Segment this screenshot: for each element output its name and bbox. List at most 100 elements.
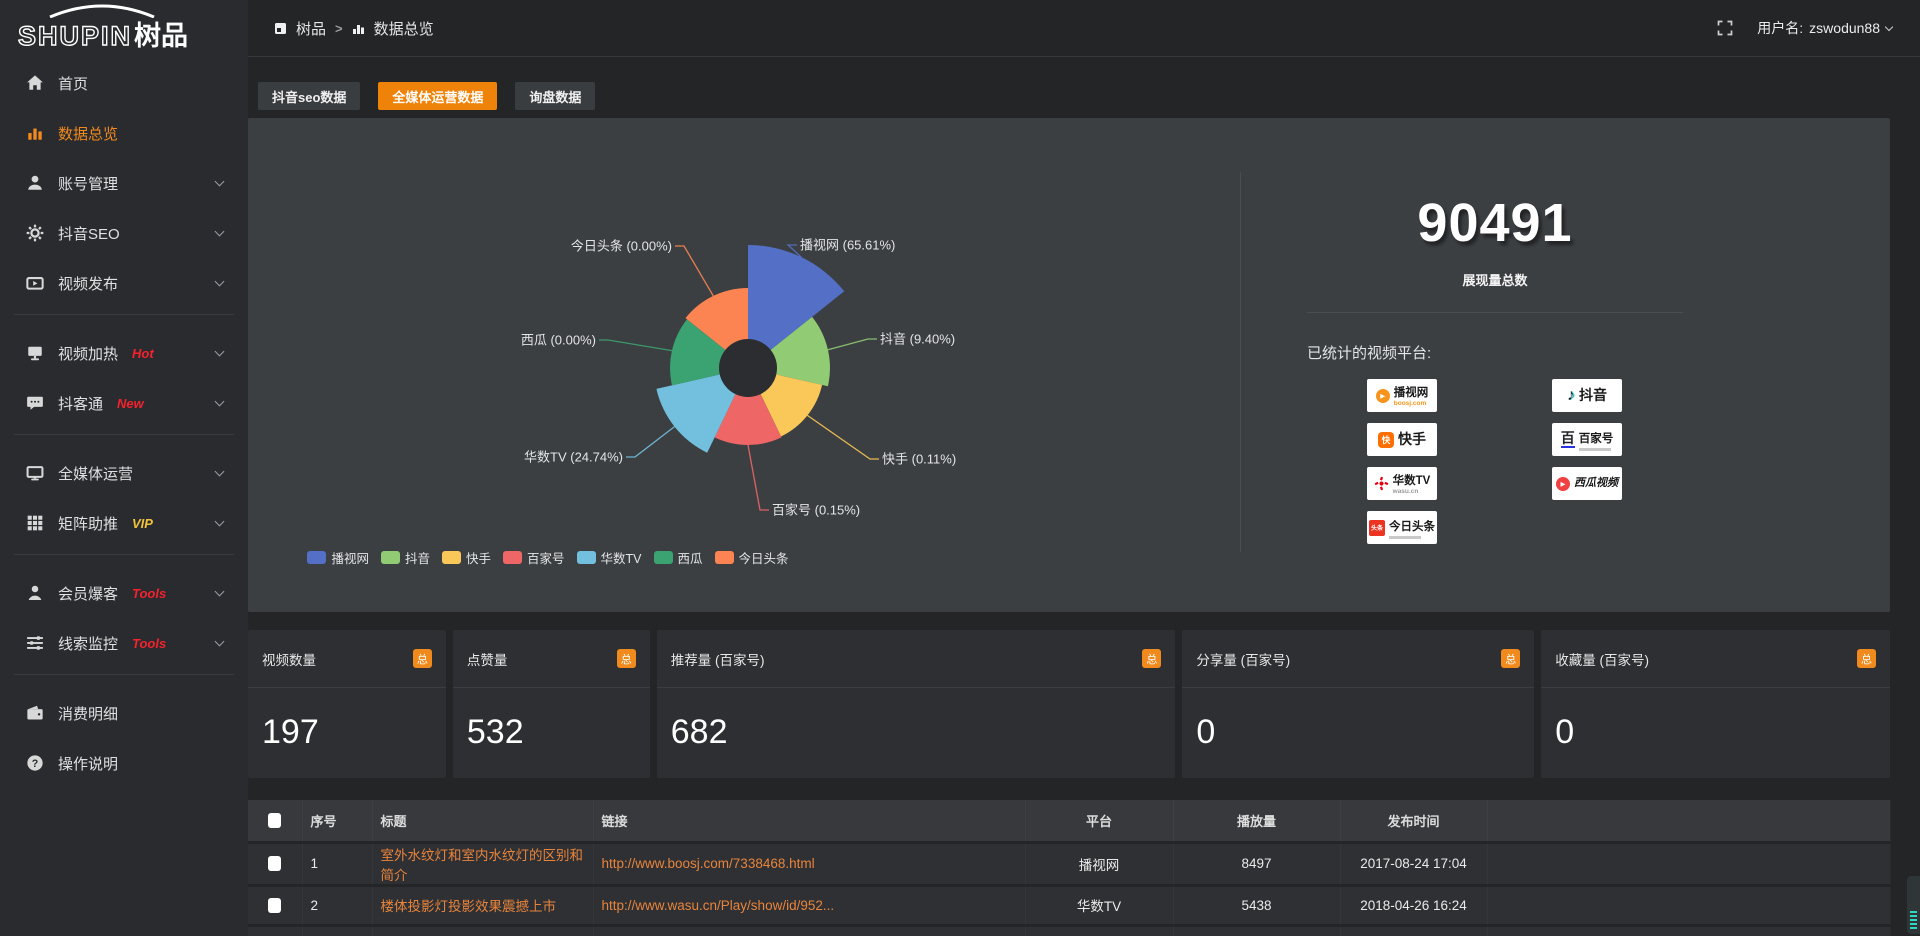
platform-badge-wasu: 华数TVwasu.cn <box>1367 467 1437 500</box>
sidebar-divider <box>14 554 234 555</box>
stat-card-value: 682 <box>657 688 1176 777</box>
legend-item-0[interactable]: 播视网 <box>307 548 369 567</box>
row-checkbox[interactable] <box>268 898 281 913</box>
column-header-2: 链接 <box>593 800 1025 842</box>
new-tag: New <box>117 396 144 411</box>
stat-card-4: 收藏量 (百家号)总0 <box>1541 630 1890 778</box>
sidebar-item-label: 线索监控 <box>58 633 118 654</box>
stat-card-value: 532 <box>453 688 650 777</box>
sidebar-item-label: 账号管理 <box>58 173 118 194</box>
platform-name: 华数TV <box>1393 475 1431 487</box>
sidebar-item-label: 矩阵助推 <box>58 513 118 534</box>
legend-label: 抖音 <box>405 548 430 567</box>
pie-label-4: 华数TV (24.74%) <box>524 450 623 465</box>
total-badge: 总 <box>617 649 636 668</box>
widget-stripe <box>1910 919 1917 921</box>
platform-name: 抖音 <box>1579 388 1607 403</box>
cell-title-link[interactable]: 室外水纹灯和室内水纹灯的区别和简介 <box>372 842 593 885</box>
cell-title-link[interactable]: 楼体投影灯投影效果震撼上市 <box>372 885 593 925</box>
cell-time: 2018-04-26 16:24 <box>1340 885 1487 925</box>
row-checkbox[interactable] <box>268 856 281 871</box>
legend-chip <box>307 551 326 564</box>
cell-plays: 8497 <box>1173 842 1340 885</box>
sidebar-item-label: 消费明细 <box>58 703 118 724</box>
legend-item-6[interactable]: 今日头条 <box>715 548 789 567</box>
legend-item-2[interactable]: 快手 <box>442 548 491 567</box>
stat-card-header: 推荐量 (百家号)总 <box>657 630 1176 688</box>
pie-label-5: 西瓜 (0.00%) <box>521 333 596 348</box>
platform-badge-toutiao: 头条 今日头条 <box>1367 511 1437 544</box>
sidebar-item-video-publish[interactable]: 视频发布 <box>0 258 248 308</box>
floating-widget[interactable] <box>1907 876 1920 934</box>
table-header-row: 序号标题链接平台播放量发布时间 <box>248 800 1890 842</box>
sidebar-divider <box>14 434 234 435</box>
sidebar-item-instructions[interactable]: ? 操作说明 <box>0 738 248 788</box>
stat-card-header: 分享量 (百家号)总 <box>1182 630 1534 688</box>
sidebar-item-consumption-detail[interactable]: 消费明细 <box>0 688 248 738</box>
legend-item-1[interactable]: 抖音 <box>381 548 430 567</box>
sidebar-item-matrix-boost[interactable]: 矩阵助推 VIP <box>0 498 248 548</box>
cell-platform: 华数TV <box>1025 885 1173 925</box>
cell-empty <box>1487 842 1890 885</box>
select-all-checkbox[interactable] <box>268 813 281 828</box>
sidebar-item-omnimedia-operation[interactable]: 全媒体运营 <box>0 448 248 498</box>
breadcrumb-root[interactable]: 树品 <box>296 18 326 39</box>
vip-tag: VIP <box>132 516 153 531</box>
chevron-down-icon <box>215 467 225 477</box>
cell-url-link[interactable]: http://www.boosj.com/7338468.html <box>593 842 1025 885</box>
stat-card-label: 推荐量 (百家号) <box>671 649 765 669</box>
legend-item-3[interactable]: 百家号 <box>503 548 565 567</box>
xigua-logo-icon: ▶ <box>1556 477 1570 491</box>
cell-no: 2 <box>302 885 372 925</box>
platform-badge-baijiahao: 百 百家号 <box>1552 423 1622 456</box>
legend-item-4[interactable]: 华数TV <box>577 548 642 567</box>
main-area: 树品 > 数据总览 用户名: zswodun88 抖音seo数据 全媒体运营数据… <box>248 0 1920 936</box>
data-tabs: 抖音seo数据 全媒体运营数据 询盘数据 <box>258 82 1920 110</box>
sidebar-item-account-management[interactable]: 账号管理 <box>0 158 248 208</box>
breadcrumb-current[interactable]: 数据总览 <box>374 18 434 39</box>
sidebar-item-label: 视频加热 <box>58 343 118 364</box>
person-icon <box>26 584 44 602</box>
table-row <box>248 925 1890 936</box>
wallet-icon <box>26 704 44 722</box>
sidebar-item-douyin-seo[interactable]: 抖音SEO <box>0 208 248 258</box>
platform-sub: boosj.com <box>1394 401 1429 408</box>
sidebar-item-douketong[interactable]: 抖客通 New <box>0 378 248 428</box>
platform-name: 百家号 <box>1579 433 1614 445</box>
cell-plays: 5438 <box>1173 885 1340 925</box>
user-label: 用户名: <box>1757 18 1803 38</box>
sidebar-item-lead-monitoring[interactable]: 线索监控 Tools <box>0 618 248 668</box>
sidebar-item-video-heating[interactable]: 视频加热 Hot <box>0 328 248 378</box>
stat-card-value: 0 <box>1182 688 1534 777</box>
tab-omnimedia-operation-data[interactable]: 全媒体运营数据 <box>378 82 497 110</box>
widget-stripe <box>1910 927 1917 929</box>
sidebar-item-label: 抖音SEO <box>58 223 120 244</box>
impressions-total-label: 展现量总数 <box>1307 270 1683 289</box>
tab-douyin-seo-data[interactable]: 抖音seo数据 <box>258 82 360 110</box>
chevron-down-icon <box>215 517 225 527</box>
sidebar-item-home[interactable]: 首页 <box>0 58 248 108</box>
pie-label-0: 播视网 (65.61%) <box>800 238 895 253</box>
cell-url-link[interactable]: http://www.wasu.cn/Play/show/id/952... <box>593 885 1025 925</box>
cell-empty <box>372 925 593 936</box>
chevron-down-icon <box>215 277 225 287</box>
stat-cards-row: 视频数量总197点赞量总532推荐量 (百家号)总682分享量 (百家号)总0收… <box>248 630 1890 778</box>
impressions-total-value: 90491 <box>1307 192 1683 254</box>
user-menu[interactable]: 用户名: zswodun88 <box>1757 18 1892 38</box>
widget-stripe <box>1910 915 1917 917</box>
sidebar-item-label: 视频发布 <box>58 273 118 294</box>
fullscreen-icon[interactable] <box>1717 20 1733 36</box>
sidebar-item-data-overview[interactable]: 数据总览 <box>0 108 248 158</box>
tab-inquiry-data[interactable]: 询盘数据 <box>515 82 595 110</box>
chat-bubble-icon <box>26 394 44 412</box>
legend-item-5[interactable]: 西瓜 <box>654 548 703 567</box>
cell-empty <box>1487 885 1890 925</box>
chevron-down-icon <box>215 347 225 357</box>
topbar-right: 用户名: zswodun88 <box>1717 18 1892 38</box>
logo-text-en: SHUPIN <box>18 21 132 51</box>
widget-stripe <box>1910 923 1917 925</box>
sidebar-item-member-baoke[interactable]: 会员爆客 Tools <box>0 568 248 618</box>
platform-share-rose-chart: 播视网 (65.61%)抖音 (9.40%)快手 (0.11%)百家号 (0.1… <box>248 118 1240 612</box>
row-checkbox-cell <box>248 885 302 925</box>
row-checkbox-cell <box>248 842 302 885</box>
